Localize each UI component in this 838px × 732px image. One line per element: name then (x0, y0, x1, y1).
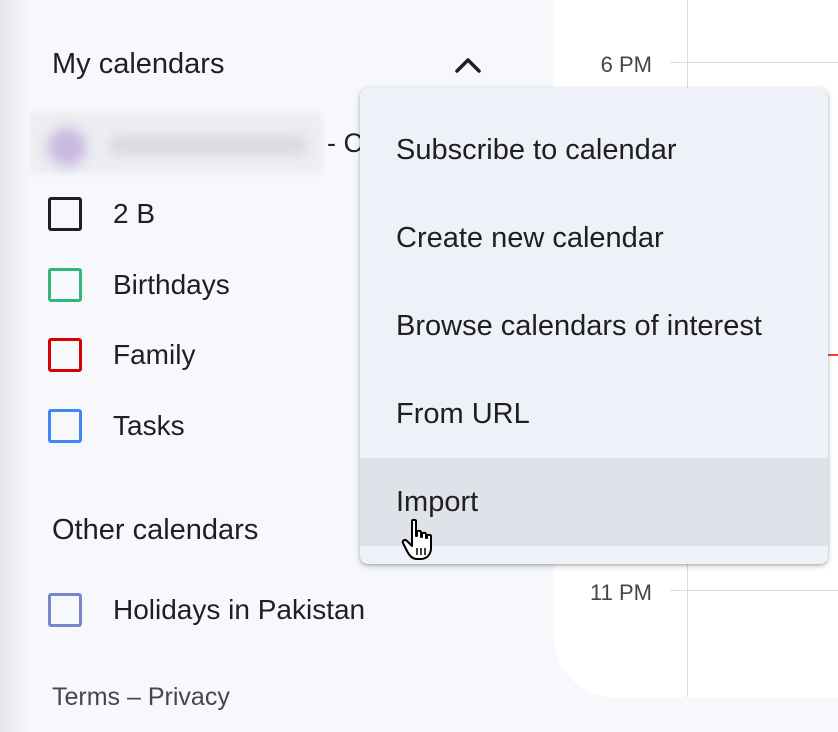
checkbox-tasks[interactable] (48, 409, 82, 443)
current-time-indicator (828, 354, 838, 356)
calendar-label: Holidays in Pakistan (113, 594, 366, 625)
checkbox-family[interactable] (48, 338, 82, 372)
calendar-item-2b[interactable]: 2 B (48, 192, 155, 236)
footer-links: Terms – Privacy (52, 683, 230, 712)
chevron-up-icon[interactable] (450, 48, 486, 84)
time-label-6pm: 6 PM (600, 52, 652, 77)
time-label-11pm: 11 PM (590, 580, 652, 605)
menu-item-create-new[interactable]: Create new calendar (360, 194, 828, 282)
calendar-item-holidays-pakistan[interactable]: Holidays in Pakistan (48, 588, 365, 632)
calendar-item-family[interactable]: Family (48, 333, 195, 377)
checkbox-2b[interactable] (48, 197, 82, 231)
my-calendars-title[interactable]: My calendars (52, 48, 224, 81)
menu-item-import[interactable]: Import (360, 458, 828, 546)
calendar-item-tasks[interactable]: Tasks (48, 404, 185, 448)
menu-item-browse[interactable]: Browse calendars of interest (360, 282, 828, 370)
menu-item-from-url[interactable]: From URL (360, 370, 828, 458)
calendar-label: Tasks (113, 410, 185, 441)
account-color-dot (48, 128, 86, 166)
calendar-label: Birthdays (113, 269, 230, 300)
footer-separator: – (127, 683, 141, 711)
add-calendar-menu: Subscribe to calendar Create new calenda… (360, 88, 828, 564)
privacy-link[interactable]: Privacy (148, 683, 230, 711)
sidebar-shadow (0, 0, 30, 732)
hour-line (670, 62, 838, 63)
calendar-label: 2 B (113, 198, 156, 229)
terms-link[interactable]: Terms (52, 683, 120, 711)
other-calendars-title[interactable]: Other calendars (52, 514, 258, 547)
checkbox-birthdays[interactable] (48, 268, 82, 302)
calendar-label: Family (113, 339, 196, 370)
calendar-item-birthdays[interactable]: Birthdays (48, 263, 230, 307)
account-name-redacted (108, 134, 308, 156)
hour-line (670, 590, 838, 591)
menu-item-subscribe[interactable]: Subscribe to calendar (360, 106, 828, 194)
checkbox-holidays-pakistan[interactable] (48, 593, 82, 627)
account-calendar-suffix: - C (327, 128, 363, 158)
